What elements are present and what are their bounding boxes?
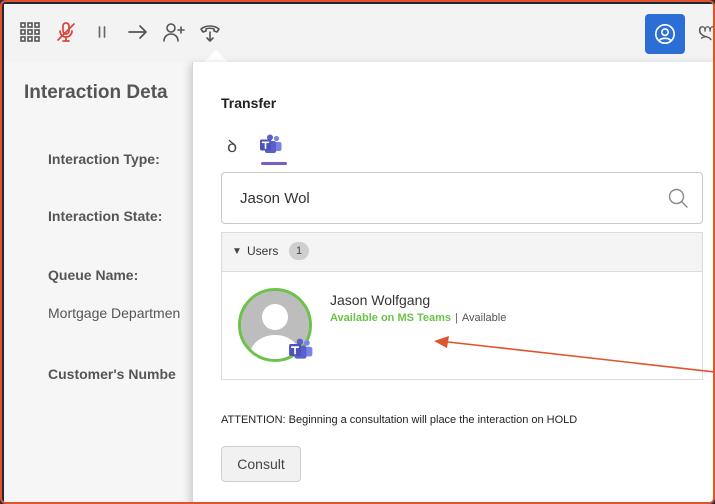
search-results: ▼ Users 1 Jason Wolfgang Available on MS… xyxy=(221,232,703,380)
queue-name-label: Queue Name: xyxy=(48,267,139,283)
teams-availability: Available on MS Teams xyxy=(330,312,452,324)
search-input[interactable] xyxy=(240,187,640,209)
queue-name-value: Mortgage Departmen xyxy=(48,305,181,321)
transfer-title: Transfer xyxy=(221,95,277,111)
users-group-label: Users xyxy=(247,244,279,258)
users-count-badge: 1 xyxy=(289,242,309,260)
transfer-panel: Transfer ꝺ ▼ Users 1 xyxy=(192,62,713,502)
phone-handset-icon: ꝺ xyxy=(227,137,238,156)
transfer-search-box[interactable] xyxy=(221,172,703,224)
pause-icon[interactable] xyxy=(90,20,114,44)
user-result-row[interactable]: Jason Wolfgang Available on MS Teams | Ava… xyxy=(222,272,702,380)
consult-button[interactable]: Consult xyxy=(221,446,301,482)
transfer-popover-caret xyxy=(204,50,228,62)
ms-teams-icon xyxy=(260,134,282,153)
users-group-header[interactable]: ▼ Users 1 xyxy=(222,233,702,272)
active-tab-indicator xyxy=(261,162,287,165)
hangup-icon[interactable] xyxy=(198,20,222,44)
interaction-state-label: Interaction State: xyxy=(48,208,163,224)
tab-phone[interactable]: ꝺ xyxy=(227,134,237,162)
page-title: Interaction Deta xyxy=(24,82,168,103)
user-status: Available on MS Teams | Available xyxy=(330,312,506,324)
app-frame: ლ Interaction Deta Interaction Type: Int… xyxy=(0,0,715,504)
presence-status: Available xyxy=(461,312,507,324)
agent-icon[interactable] xyxy=(645,14,685,54)
tab-ms-teams[interactable] xyxy=(259,134,285,162)
user-name: Jason Wolfgang xyxy=(330,292,431,308)
grid-apps-icon[interactable] xyxy=(18,20,42,44)
customer-number-label: Customer's Numbe xyxy=(48,366,176,382)
search-icon[interactable] xyxy=(666,186,690,210)
attention-notice: ATTENTION: Beginning a consultation will… xyxy=(221,414,578,426)
interaction-type-label: Interaction Type: xyxy=(48,151,160,167)
cut-off-icon[interactable]: ლ xyxy=(698,20,713,41)
mic-off-icon[interactable] xyxy=(54,20,78,44)
ms-teams-badge-icon xyxy=(288,338,314,362)
add-user-icon[interactable] xyxy=(162,20,186,44)
transfer-arrow-icon[interactable] xyxy=(126,20,150,44)
status-separator: | xyxy=(455,312,458,324)
interaction-toolbar: ლ xyxy=(4,4,713,63)
caret-down-icon[interactable]: ▼ xyxy=(232,246,242,257)
